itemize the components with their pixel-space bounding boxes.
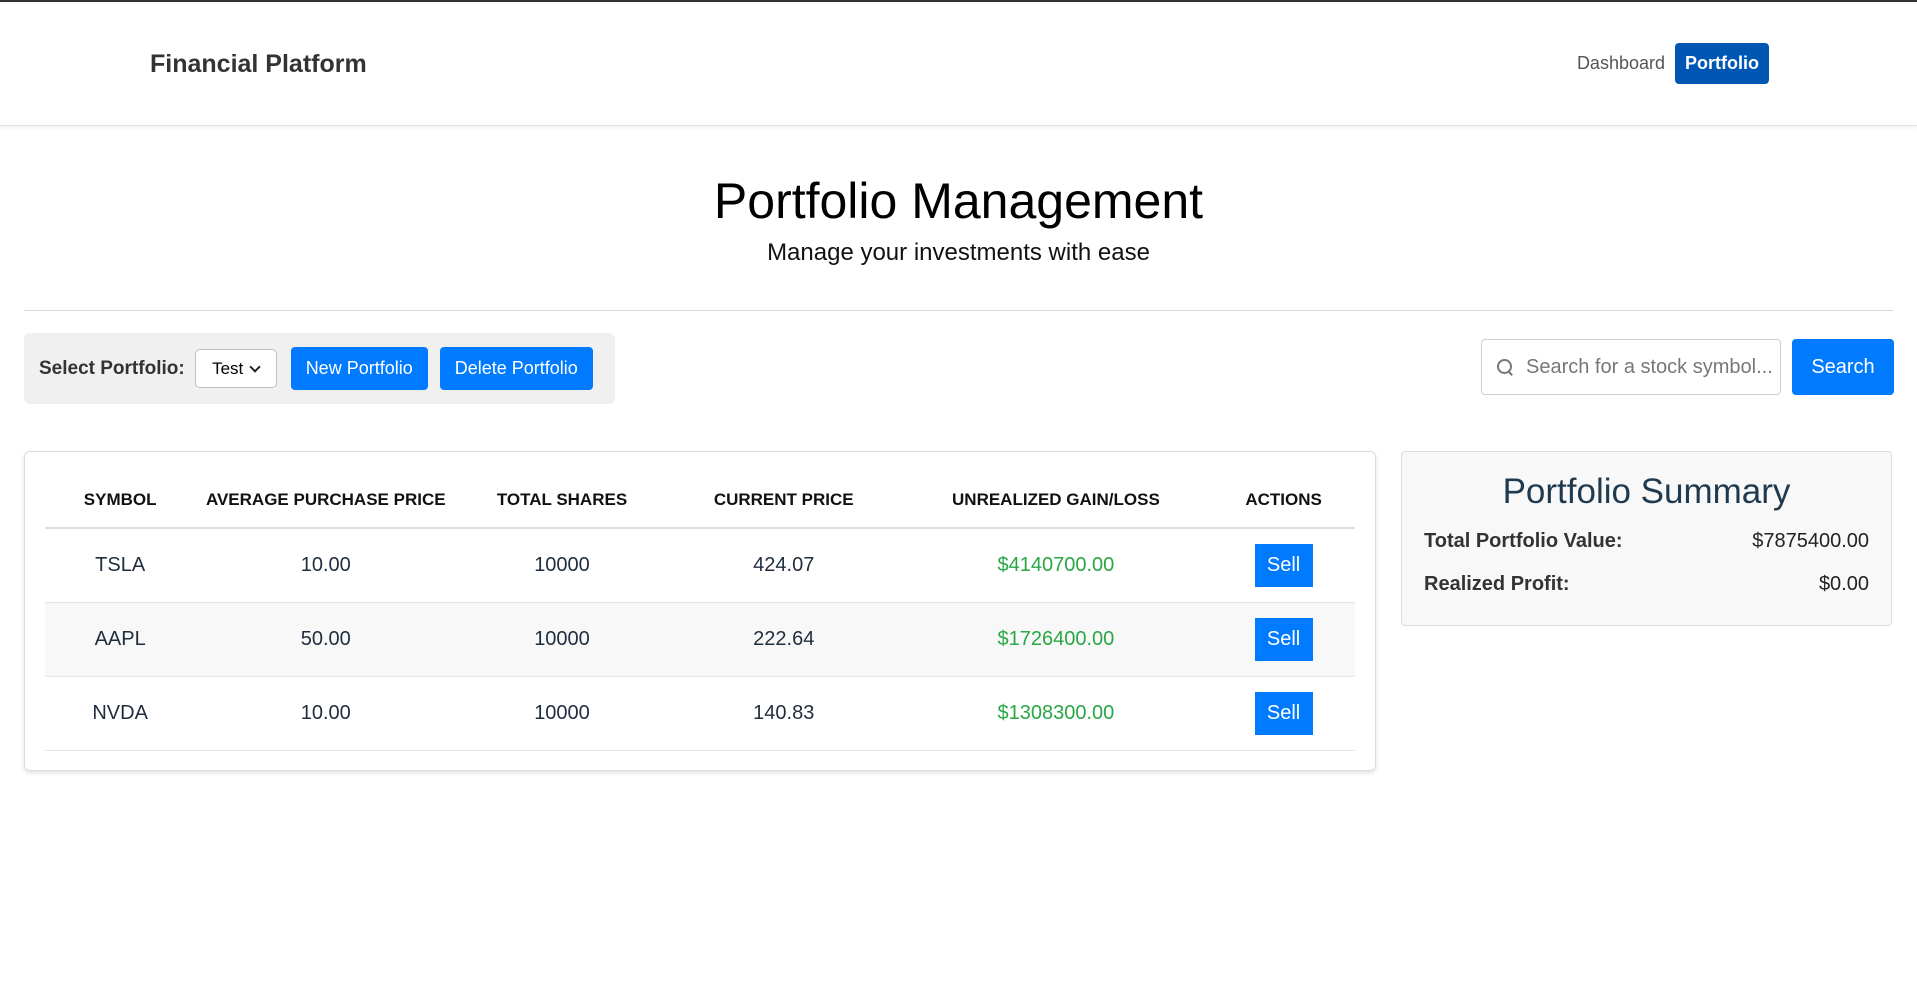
table-header-row: SYMBOL AVERAGE PURCHASE PRICE TOTAL SHAR… [45, 472, 1355, 529]
holdings-table: SYMBOL AVERAGE PURCHASE PRICE TOTAL SHAR… [45, 472, 1355, 751]
col-symbol: SYMBOL [45, 472, 196, 529]
realized-profit-label: Realized Profit: [1424, 573, 1570, 595]
col-avg-price: AVERAGE PURCHASE PRICE [195, 472, 457, 529]
col-current-price: CURRENT PRICE [667, 472, 900, 529]
cell-symbol: AAPL [45, 602, 196, 677]
portfolio-controls: Select Portfolio: Test New Portfolio Del… [24, 333, 615, 404]
sell-button[interactable]: Sell [1254, 543, 1313, 587]
page-title: Portfolio Management [713, 173, 1204, 229]
nav-links: Dashboard Portfolio [1577, 43, 1769, 84]
portfolio-summary-card: Portfolio Summary Total Portfolio Value:… [1401, 451, 1892, 626]
col-gain-loss: UNREALIZED GAIN/LOSS [899, 472, 1213, 529]
total-value: $7875400.00 [1752, 530, 1869, 552]
cell-avg-price: 50.00 [195, 602, 457, 677]
search-icon [1496, 358, 1514, 376]
total-value-label: Total Portfolio Value: [1424, 530, 1623, 552]
holdings-card: SYMBOL AVERAGE PURCHASE PRICE TOTAL SHAR… [24, 451, 1376, 771]
search-input[interactable] [1526, 355, 1776, 379]
portfolio-select[interactable]: Test [194, 349, 277, 388]
hero: Portfolio Management Manage your investm… [0, 126, 1917, 267]
cell-current-price: 140.83 [667, 676, 900, 751]
sell-button[interactable]: Sell [1254, 691, 1313, 735]
cell-shares: 10000 [456, 676, 668, 751]
cell-actions: Sell [1212, 676, 1355, 751]
portfolio-select-value: Test [212, 358, 244, 378]
select-portfolio-label: Select Portfolio: [39, 357, 185, 379]
search-button[interactable]: Search [1792, 339, 1894, 395]
page-subtitle: Manage your investments with ease [767, 239, 1150, 266]
cell-gain: $1726400.00 [899, 602, 1213, 677]
cell-avg-price: 10.00 [195, 528, 457, 603]
cell-shares: 10000 [456, 602, 668, 677]
cell-gain: $4140700.00 [899, 528, 1213, 603]
divider [24, 310, 1893, 311]
cell-shares: 10000 [456, 528, 668, 603]
navbar: Financial Platform Dashboard Portfolio [0, 2, 1917, 126]
search-box [1481, 339, 1781, 395]
cell-avg-price: 10.00 [195, 676, 457, 751]
summary-title: Portfolio Summary [1502, 472, 1791, 511]
cell-actions: Sell [1212, 602, 1355, 677]
cell-symbol: TSLA [45, 528, 196, 603]
cell-gain: $1308300.00 [899, 676, 1213, 751]
sell-button[interactable]: Sell [1254, 617, 1313, 661]
cell-actions: Sell [1212, 528, 1355, 603]
cell-current-price: 222.64 [667, 602, 900, 677]
cell-current-price: 424.07 [667, 528, 900, 603]
chevron-down-icon [249, 360, 261, 373]
brand-title: Financial Platform [150, 50, 367, 78]
col-total-shares: TOTAL SHARES [456, 472, 668, 529]
table-row: TSLA 10.00 10000 424.07 $4140700.00 Sell [45, 528, 1355, 603]
nav-portfolio[interactable]: Portfolio [1675, 43, 1769, 84]
table-row: AAPL 50.00 10000 222.64 $1726400.00 Sell [45, 602, 1355, 677]
col-actions: ACTIONS [1212, 472, 1355, 529]
nav-dashboard[interactable]: Dashboard [1577, 53, 1665, 74]
table-row: NVDA 10.00 10000 140.83 $1308300.00 Sell [45, 676, 1355, 751]
delete-portfolio-button[interactable]: Delete Portfolio [439, 347, 593, 390]
new-portfolio-button[interactable]: New Portfolio [290, 347, 428, 390]
realized-profit-value: $0.00 [1818, 573, 1869, 595]
cell-symbol: NVDA [45, 676, 196, 751]
summary-profit-row: Realized Profit: $0.00 [1424, 573, 1869, 596]
summary-total-row: Total Portfolio Value: $7875400.00 [1424, 530, 1869, 553]
